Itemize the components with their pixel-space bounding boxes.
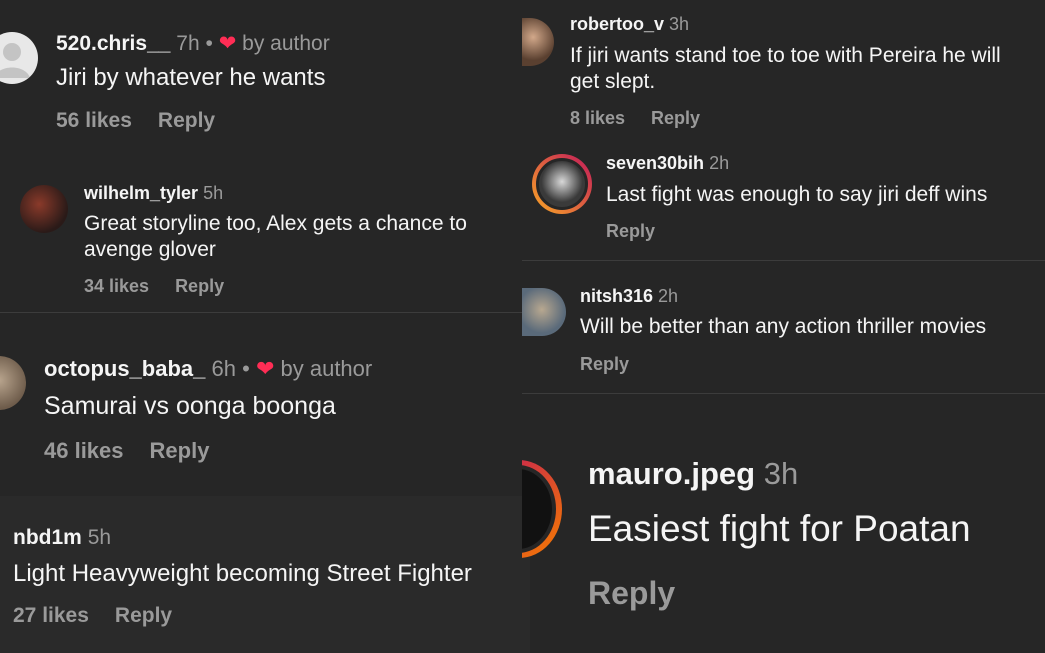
comment-text-line1: Great storyline too, Alex gets a chance … (84, 212, 467, 235)
comment-nbd1m: nbd1m 5h Light Heavyweight becoming Stre… (0, 496, 530, 653)
username[interactable]: robertoo_v (570, 14, 664, 34)
comment-text-line1: If jiri wants stand toe to toe with Pere… (570, 44, 1001, 67)
dot-separator: • (242, 356, 250, 381)
divider (0, 312, 530, 313)
comment-actions: 46 likes Reply (44, 438, 235, 464)
comment-meta: nbd1m 5h (13, 526, 111, 550)
comment-actions: Reply (606, 221, 681, 242)
comment-text: Will be better than any action thriller … (580, 315, 987, 338)
comment-text: Jiri by whatever he wants (56, 64, 326, 91)
timestamp: 5h (87, 526, 112, 549)
comment-text: Samurai vs oonga boonga (44, 392, 336, 420)
timestamp: 5h (203, 183, 224, 203)
likes-count[interactable]: 34 likes (84, 276, 149, 296)
divider (522, 393, 1045, 394)
likes-count[interactable]: 46 likes (44, 438, 124, 463)
comment-meta: 520.chris__ 7h • ❤ by author (56, 31, 330, 56)
dot-separator: • (205, 32, 213, 55)
comment-520chris: 520.chris__ 7h • ❤ by author Jiri by wha… (0, 0, 530, 150)
timestamp: 3h (669, 14, 690, 34)
timestamp: 7h (176, 32, 200, 55)
username[interactable]: 520.chris__ (56, 32, 170, 55)
avatar-photo[interactable] (536, 158, 588, 210)
timestamp: 3h (763, 456, 799, 491)
comment-text-line2: avenge glover (84, 238, 216, 261)
comment-meta: octopus_baba_ 6h • ❤ by author (44, 356, 372, 382)
comment-meta: wilhelm_tyler 5h (84, 183, 223, 204)
comment-seven30bih: seven30bih 2h Last fight was enough to s… (522, 140, 1045, 260)
avatar-photo[interactable] (20, 185, 68, 233)
comment-text: Last fight was enough to say jiri deff w… (606, 183, 988, 206)
avatar-photo[interactable] (0, 356, 26, 410)
heart-icon: ❤ (255, 356, 275, 381)
avatar-photo[interactable] (522, 18, 554, 66)
comment-actions: 56 likes Reply (56, 109, 241, 133)
comment-meta: robertoo_v 3h (570, 14, 689, 35)
comment-actions: 34 likes Reply (84, 276, 250, 297)
comment-actions: Reply (580, 354, 655, 375)
comment-robertoo-v: robertoo_v 3h If jiri wants stand toe to… (522, 0, 1045, 140)
comment-text-line2: get slept. (570, 70, 656, 93)
comment-meta: nitsh316 2h (580, 286, 678, 307)
comment-meta: seven30bih 2h (606, 153, 729, 174)
timestamp: 6h (211, 356, 236, 381)
timestamp: 2h (658, 286, 679, 306)
reply-button[interactable]: Reply (580, 354, 629, 374)
comment-mauro-jpeg: mauro.jpeg 3h Easiest fight for Poatan R… (522, 430, 1045, 653)
reply-button[interactable]: Reply (651, 108, 700, 128)
comment-nitsh316: nitsh316 2h Will be better than any acti… (522, 272, 1045, 392)
timestamp: 2h (709, 153, 730, 173)
likes-count[interactable]: 8 likes (570, 108, 625, 128)
username[interactable]: octopus_baba_ (44, 356, 205, 381)
username[interactable]: mauro.jpeg (588, 456, 755, 491)
username[interactable]: seven30bih (606, 153, 704, 173)
reply-button[interactable]: Reply (150, 438, 210, 463)
comment-wilhelm-tyler: wilhelm_tyler 5h Great storyline too, Al… (0, 170, 530, 310)
comment-meta: mauro.jpeg 3h (588, 456, 798, 492)
comment-octopus-baba: octopus_baba_ 6h • ❤ by author Samurai v… (0, 330, 530, 490)
reply-button[interactable]: Reply (175, 276, 224, 296)
comment-text: Light Heavyweight becoming Street Fighte… (13, 560, 472, 587)
reply-button[interactable]: Reply (158, 109, 215, 132)
heart-icon: ❤ (218, 32, 237, 55)
reply-button[interactable]: Reply (606, 221, 655, 241)
username[interactable]: nitsh316 (580, 286, 653, 306)
left-comments-panel: 520.chris__ 7h • ❤ by author Jiri by wha… (0, 0, 530, 653)
liked-by-author-label: by author (280, 356, 373, 381)
avatar-photo[interactable] (522, 288, 566, 336)
reply-button[interactable]: Reply (588, 575, 675, 611)
liked-by-author-label: by author (242, 32, 330, 55)
avatar-default-icon[interactable] (0, 32, 38, 84)
comment-actions: 8 likes Reply (570, 108, 726, 129)
likes-count[interactable]: 56 likes (56, 109, 132, 132)
right-comments-panel: robertoo_v 3h If jiri wants stand toe to… (522, 0, 1045, 653)
likes-count[interactable]: 27 likes (13, 604, 89, 627)
divider (522, 260, 1045, 261)
comment-actions: Reply (588, 575, 701, 612)
username[interactable]: wilhelm_tyler (84, 183, 198, 203)
reply-button[interactable]: Reply (115, 604, 172, 627)
username[interactable]: nbd1m (13, 526, 82, 549)
comment-actions: 27 likes Reply (13, 604, 198, 628)
comment-text: Easiest fight for Poatan (588, 508, 971, 549)
